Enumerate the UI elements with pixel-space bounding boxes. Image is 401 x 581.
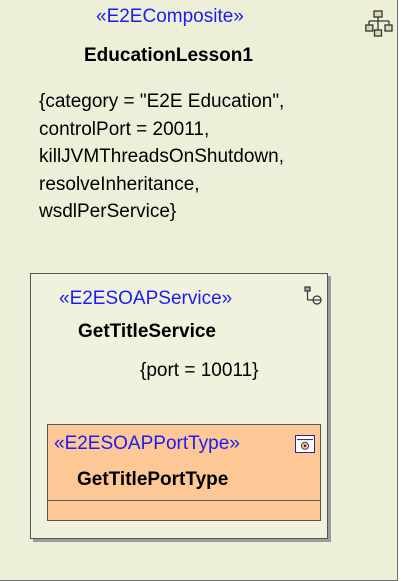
port-type-element[interactable]: «E2ESOAPPortType» GetTitlePortType	[47, 424, 321, 521]
property-line: controlPort = 20011,	[39, 118, 210, 140]
service-name: GetTitleService	[78, 321, 217, 342]
property-line: wsdlPerService}	[39, 201, 177, 222]
port-type-name: GetTitlePortType	[77, 469, 229, 490]
port-type-icon	[295, 435, 315, 453]
composite-properties: {category = "E2E Education", controlPort…	[39, 88, 284, 226]
composite-structure-icon	[365, 10, 393, 37]
composite-element[interactable]: «E2EComposite» EducationLesson1 {categor…	[0, 0, 398, 581]
property-line: killJVMThreadsOnShutdown,	[39, 146, 284, 167]
service-port-icon	[304, 286, 322, 305]
compartment-divider	[48, 500, 320, 501]
service-element[interactable]: «E2ESOAPService» GetTitleService {port =…	[30, 273, 328, 539]
port-type-stereotype: «E2ESOAPPortType»	[54, 433, 240, 454]
property-line: {category = "E2E Education",	[39, 91, 285, 112]
property-line: resolveInheritance,	[39, 173, 200, 195]
composite-name: EducationLesson1	[84, 45, 253, 66]
service-port-property: {port = 10011}	[140, 360, 259, 381]
composite-stereotype: «E2EComposite»	[96, 6, 244, 27]
service-stereotype: «E2ESOAPService»	[59, 288, 233, 309]
